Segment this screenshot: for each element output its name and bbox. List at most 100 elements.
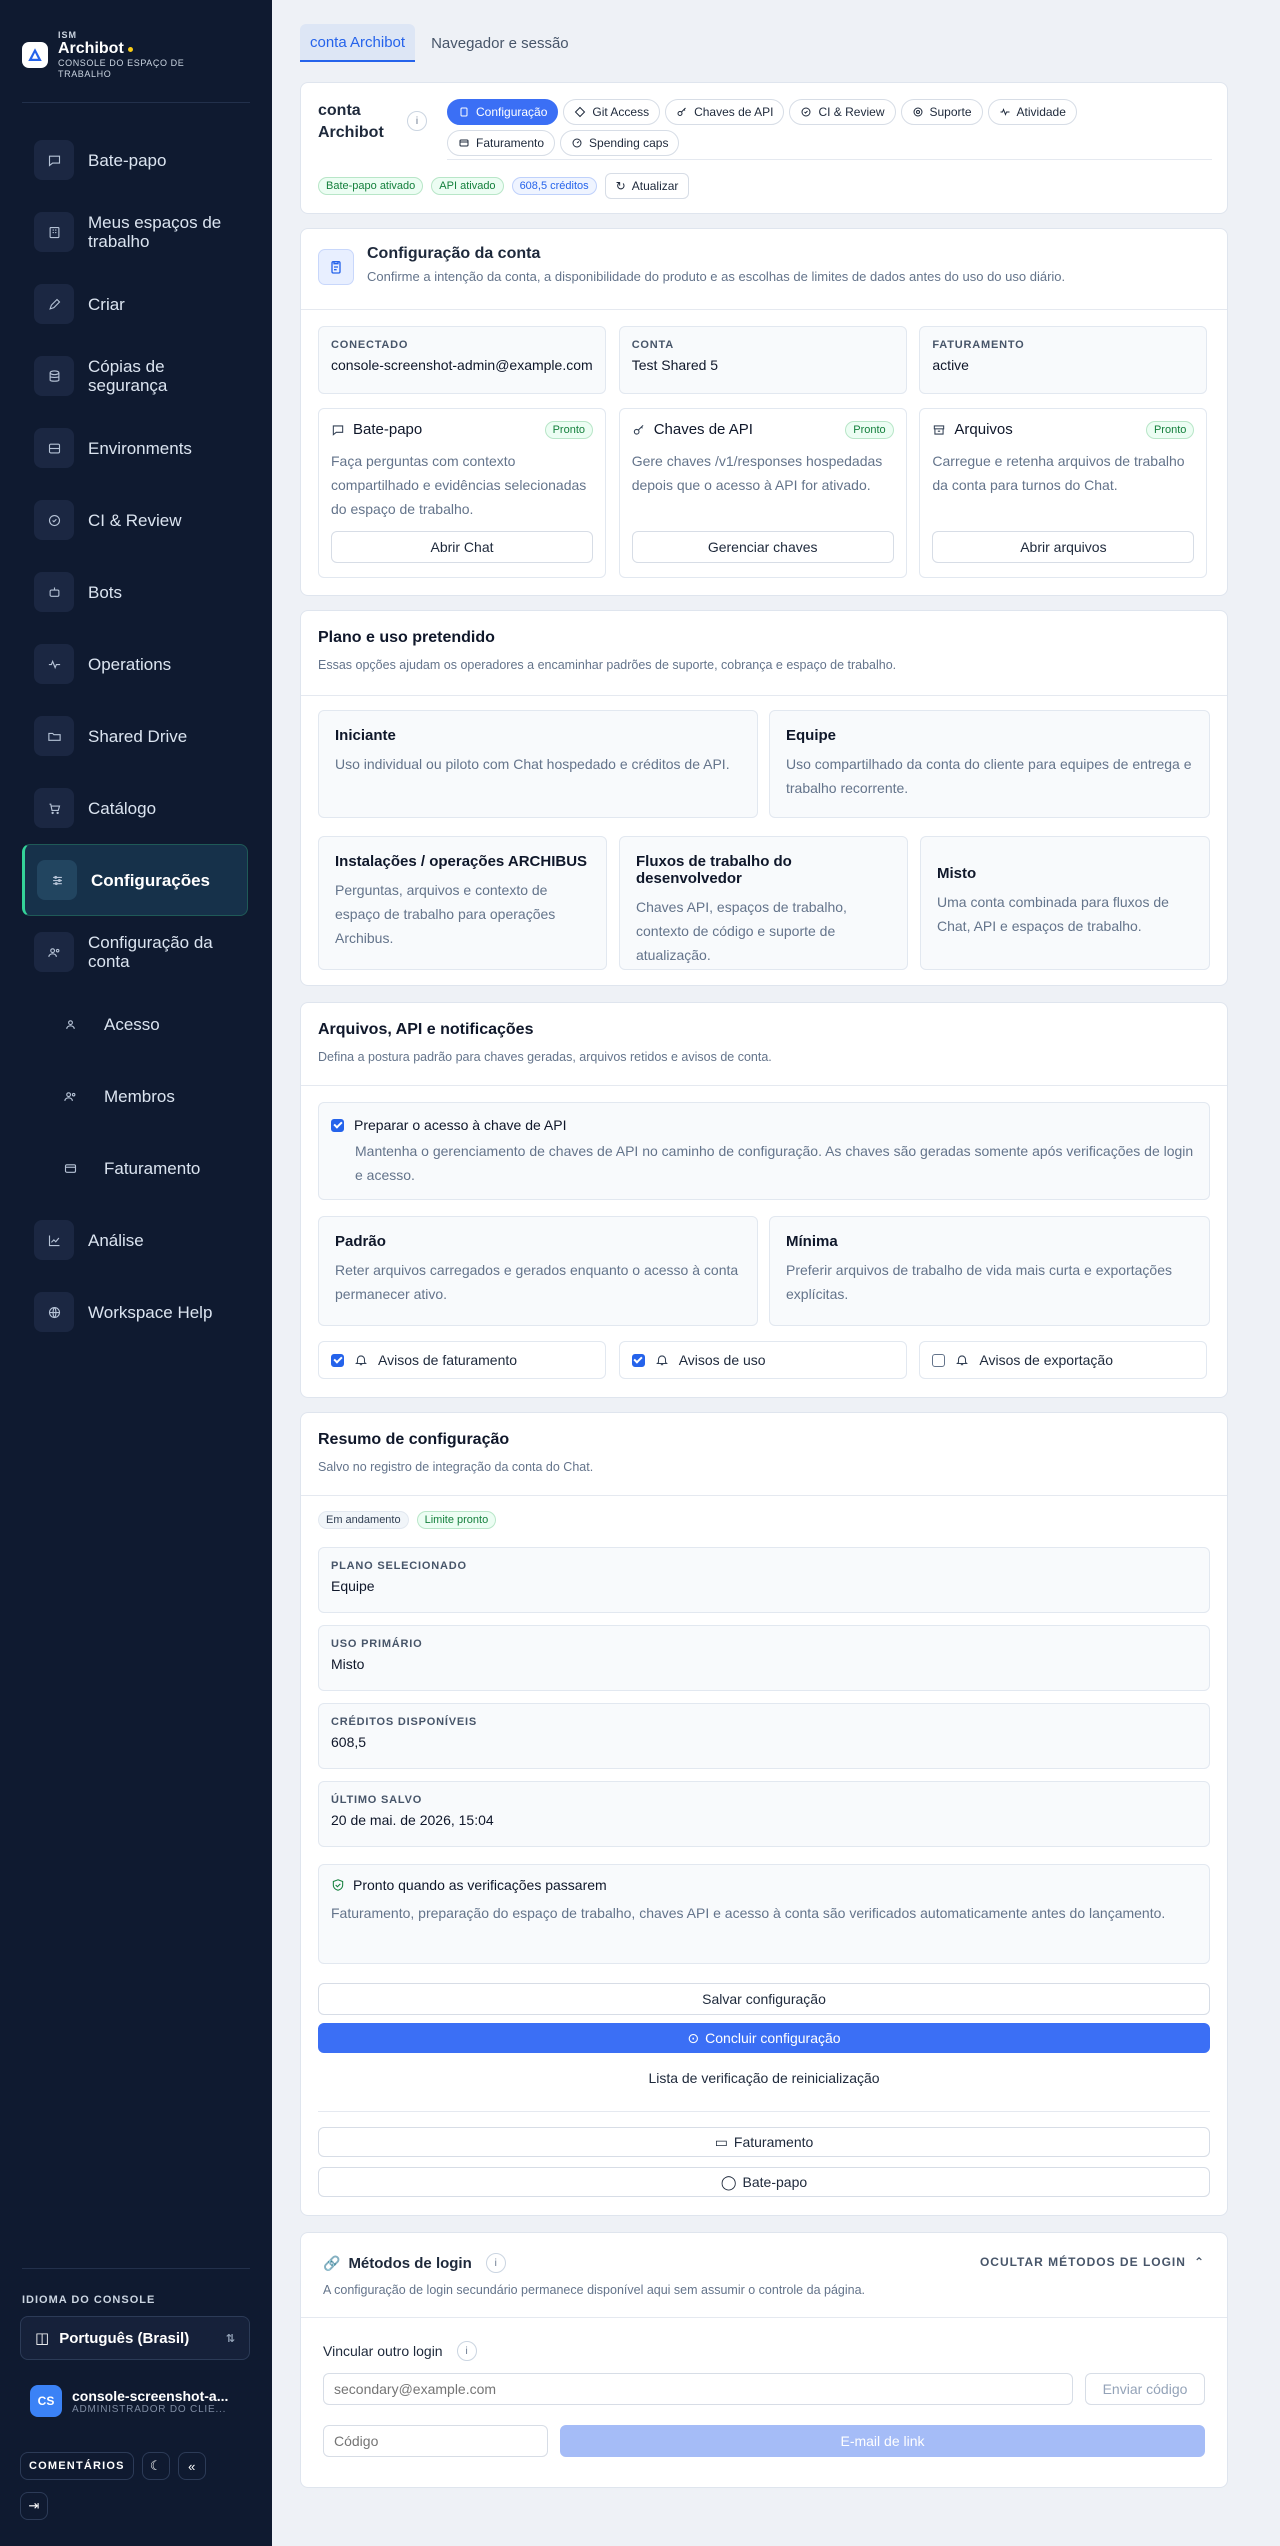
- tab-4[interactable]: Suporte: [900, 99, 983, 125]
- option-desc: Uso compartilhado da conta do cliente pa…: [786, 756, 1192, 796]
- section-title: Configuração da conta: [367, 245, 541, 262]
- summary-item: CRÉDITOS DISPONÍVEIS 608,5: [318, 1703, 1210, 1769]
- save-config-button[interactable]: Salvar configuração: [318, 1983, 1210, 2015]
- plan-option[interactable]: Fluxos de trabalho do desenvolvedor Chave…: [619, 836, 908, 970]
- sidebar-item-6[interactable]: Bots: [22, 556, 248, 628]
- link-email-button[interactable]: E-mail de link: [560, 2425, 1205, 2457]
- tab-0[interactable]: Configuração: [447, 99, 559, 125]
- sidebar-item-0[interactable]: Bate-papo: [22, 124, 248, 196]
- sidebar-item-4[interactable]: Environments: [22, 412, 248, 484]
- chevron-up-icon: ⌃: [1193, 2255, 1205, 2269]
- support-icon: [913, 107, 922, 117]
- refresh-button[interactable]: ↻ Atualizar: [604, 173, 690, 199]
- product-action-button[interactable]: Abrir Chat: [331, 531, 593, 563]
- tab-7[interactable]: Spending caps: [560, 130, 680, 156]
- card-icon: [459, 139, 469, 147]
- kv-key: PLANO SELECIONADO: [331, 1560, 467, 1572]
- sidebar-item-label: Configurações: [91, 870, 211, 890]
- card-icon: ▭: [714, 2133, 728, 2150]
- notice-checkbox[interactable]: [331, 1353, 344, 1367]
- option-desc: Reter arquivos carregados e gerados enqu…: [335, 1262, 739, 1302]
- brand-name: Archibot: [58, 40, 124, 57]
- chat-label: Bate-papo: [742, 2174, 808, 2190]
- sidebar-item-2[interactable]: Criar: [22, 268, 248, 340]
- tab-6[interactable]: Faturamento: [447, 130, 556, 156]
- reset-checklist-button[interactable]: Lista de verificação de reinicialização: [318, 2063, 1210, 2093]
- sidebar-item-5[interactable]: CI & Review: [22, 484, 248, 556]
- hide-login-methods-button[interactable]: OCULTAR MÉTODOS DE LOGIN ⌃: [980, 2255, 1205, 2269]
- kv-value: 20 de mai. de 2026, 15:04: [331, 1812, 494, 1828]
- sidebar-item-11[interactable]: Configuração da conta: [22, 916, 248, 988]
- plan-option[interactable]: Equipe Uso compartilhado da conta do clie…: [769, 710, 1210, 818]
- sidebar-item-12[interactable]: Acesso: [22, 988, 248, 1060]
- tab-5[interactable]: Atividade: [987, 99, 1077, 125]
- sidebar-item-3[interactable]: Cópias de segurança: [22, 340, 248, 412]
- tab-label: CI & Review: [818, 105, 885, 119]
- globe-icon: [34, 1292, 74, 1332]
- sidebar-item-14[interactable]: Faturamento: [22, 1132, 248, 1204]
- kv-key: CONTA: [631, 339, 674, 351]
- chat-button[interactable]: ◯ Bate-papo: [318, 2167, 1210, 2197]
- tab-archibot-account[interactable]: conta Archibot: [300, 24, 416, 62]
- user-profile[interactable]: CS console-screenshot-a... ADMINISTRADOR…: [30, 2385, 228, 2417]
- section-subtitle: Salvo no registro de integração da conta…: [318, 1460, 594, 1474]
- limit-badge: Limite pronto: [416, 1511, 497, 1529]
- secondary-email-input[interactable]: [323, 2373, 1073, 2405]
- billing-button[interactable]: ▭ Faturamento: [318, 2127, 1210, 2157]
- notice-option[interactable]: Avisos de faturamento: [318, 1341, 606, 1379]
- tab-3[interactable]: CI & Review: [789, 99, 896, 125]
- finish-config-button[interactable]: ⊙ Concluir configuração: [318, 2023, 1210, 2053]
- notice-option[interactable]: Avisos de uso: [618, 1341, 907, 1379]
- sidebar-item-8[interactable]: Shared Drive: [22, 700, 248, 772]
- brand[interactable]: ISM Archibot CONSOLE DO ESPAÇO DE TRABAL…: [22, 30, 208, 80]
- sidebar-item-1[interactable]: Meus espaços de trabalho: [22, 196, 248, 268]
- tab-2[interactable]: Chaves de API: [665, 99, 785, 125]
- api-key-checkbox[interactable]: [331, 1118, 344, 1132]
- logout-icon[interactable]: ⇥: [20, 2492, 48, 2520]
- sidebar-item-label: Workspace Help: [88, 1302, 213, 1322]
- retention-option[interactable]: Padrão Reter arquivos carregados e gerado…: [318, 1216, 758, 1326]
- collapse-sidebar-icon[interactable]: «: [177, 2452, 206, 2480]
- section-subtitle: Confirme a intenção da conta, a disponib…: [367, 269, 1066, 284]
- sidebar-item-7[interactable]: Operations: [22, 628, 248, 700]
- feedback-button[interactable]: COMENTÁRIOS: [20, 2452, 134, 2480]
- bell-icon: [956, 1355, 969, 1366]
- language-select[interactable]: ◫ Português (Brasil) ⇅: [20, 2316, 250, 2360]
- sidebar-item-10[interactable]: Configurações: [22, 844, 248, 916]
- option-title: Misto: [937, 865, 977, 882]
- tab-browser-session[interactable]: Navegador e sessão: [421, 24, 579, 62]
- product-action-button[interactable]: Gerenciar chaves: [631, 531, 894, 563]
- card-icon: [50, 1148, 90, 1188]
- kv-key: CRÉDITOS DISPONÍVEIS: [331, 1716, 477, 1728]
- notice-checkbox[interactable]: [932, 1353, 946, 1367]
- api-key-option[interactable]: Preparar o acesso à chave de API Mantenh…: [318, 1102, 1210, 1200]
- info-icon[interactable]: i: [456, 2341, 477, 2361]
- notice-checkbox[interactable]: [631, 1353, 645, 1367]
- login-methods-card: 🔗 Métodos de login i OCULTAR MÉTODOS DE …: [300, 2232, 1228, 2488]
- moon-icon[interactable]: ☾: [141, 2452, 170, 2480]
- product-card: Chaves de API Pronto Gere chaves /v1/respo…: [618, 408, 907, 578]
- sidebar-item-16[interactable]: Workspace Help: [22, 1276, 248, 1348]
- hide-label: OCULTAR MÉTODOS DE LOGIN: [979, 2255, 1186, 2269]
- plan-option[interactable]: Iniciante Uso individual ou piloto com Ch…: [318, 710, 758, 818]
- info-icon[interactable]: i: [485, 2253, 506, 2273]
- api-key-label: Preparar o acesso à chave de API: [354, 1117, 567, 1133]
- sidebar-item-13[interactable]: Membros: [22, 1060, 248, 1132]
- credits-badge: 608,5 créditos: [511, 177, 597, 195]
- plan-option[interactable]: Instalações / operações ARCHIBUS Pergunta…: [318, 836, 607, 970]
- sidebar-item-label: Membros: [104, 1086, 175, 1106]
- tab-1[interactable]: Git Access: [563, 99, 661, 125]
- sidebar-item-9[interactable]: Catálogo: [22, 772, 248, 844]
- section-subtitle: Defina a postura padrão para chaves gera…: [318, 1050, 772, 1064]
- notice-label: Avisos de exportação: [979, 1352, 1113, 1368]
- clipboard-icon: [460, 107, 468, 117]
- status-dot: [127, 46, 133, 52]
- send-code-button[interactable]: Enviar código: [1085, 2373, 1205, 2405]
- sidebar-item-15[interactable]: Análise: [22, 1204, 248, 1276]
- retention-option[interactable]: Mínima Preferir arquivos de trabalho de v…: [769, 1216, 1210, 1326]
- code-input[interactable]: [323, 2425, 548, 2457]
- notice-option[interactable]: Avisos de exportação: [919, 1341, 1208, 1379]
- product-action-button[interactable]: Abrir arquivos: [932, 531, 1195, 563]
- plan-option[interactable]: Misto Uma conta combinada para fluxos de …: [920, 836, 1210, 970]
- info-icon[interactable]: i: [407, 111, 427, 131]
